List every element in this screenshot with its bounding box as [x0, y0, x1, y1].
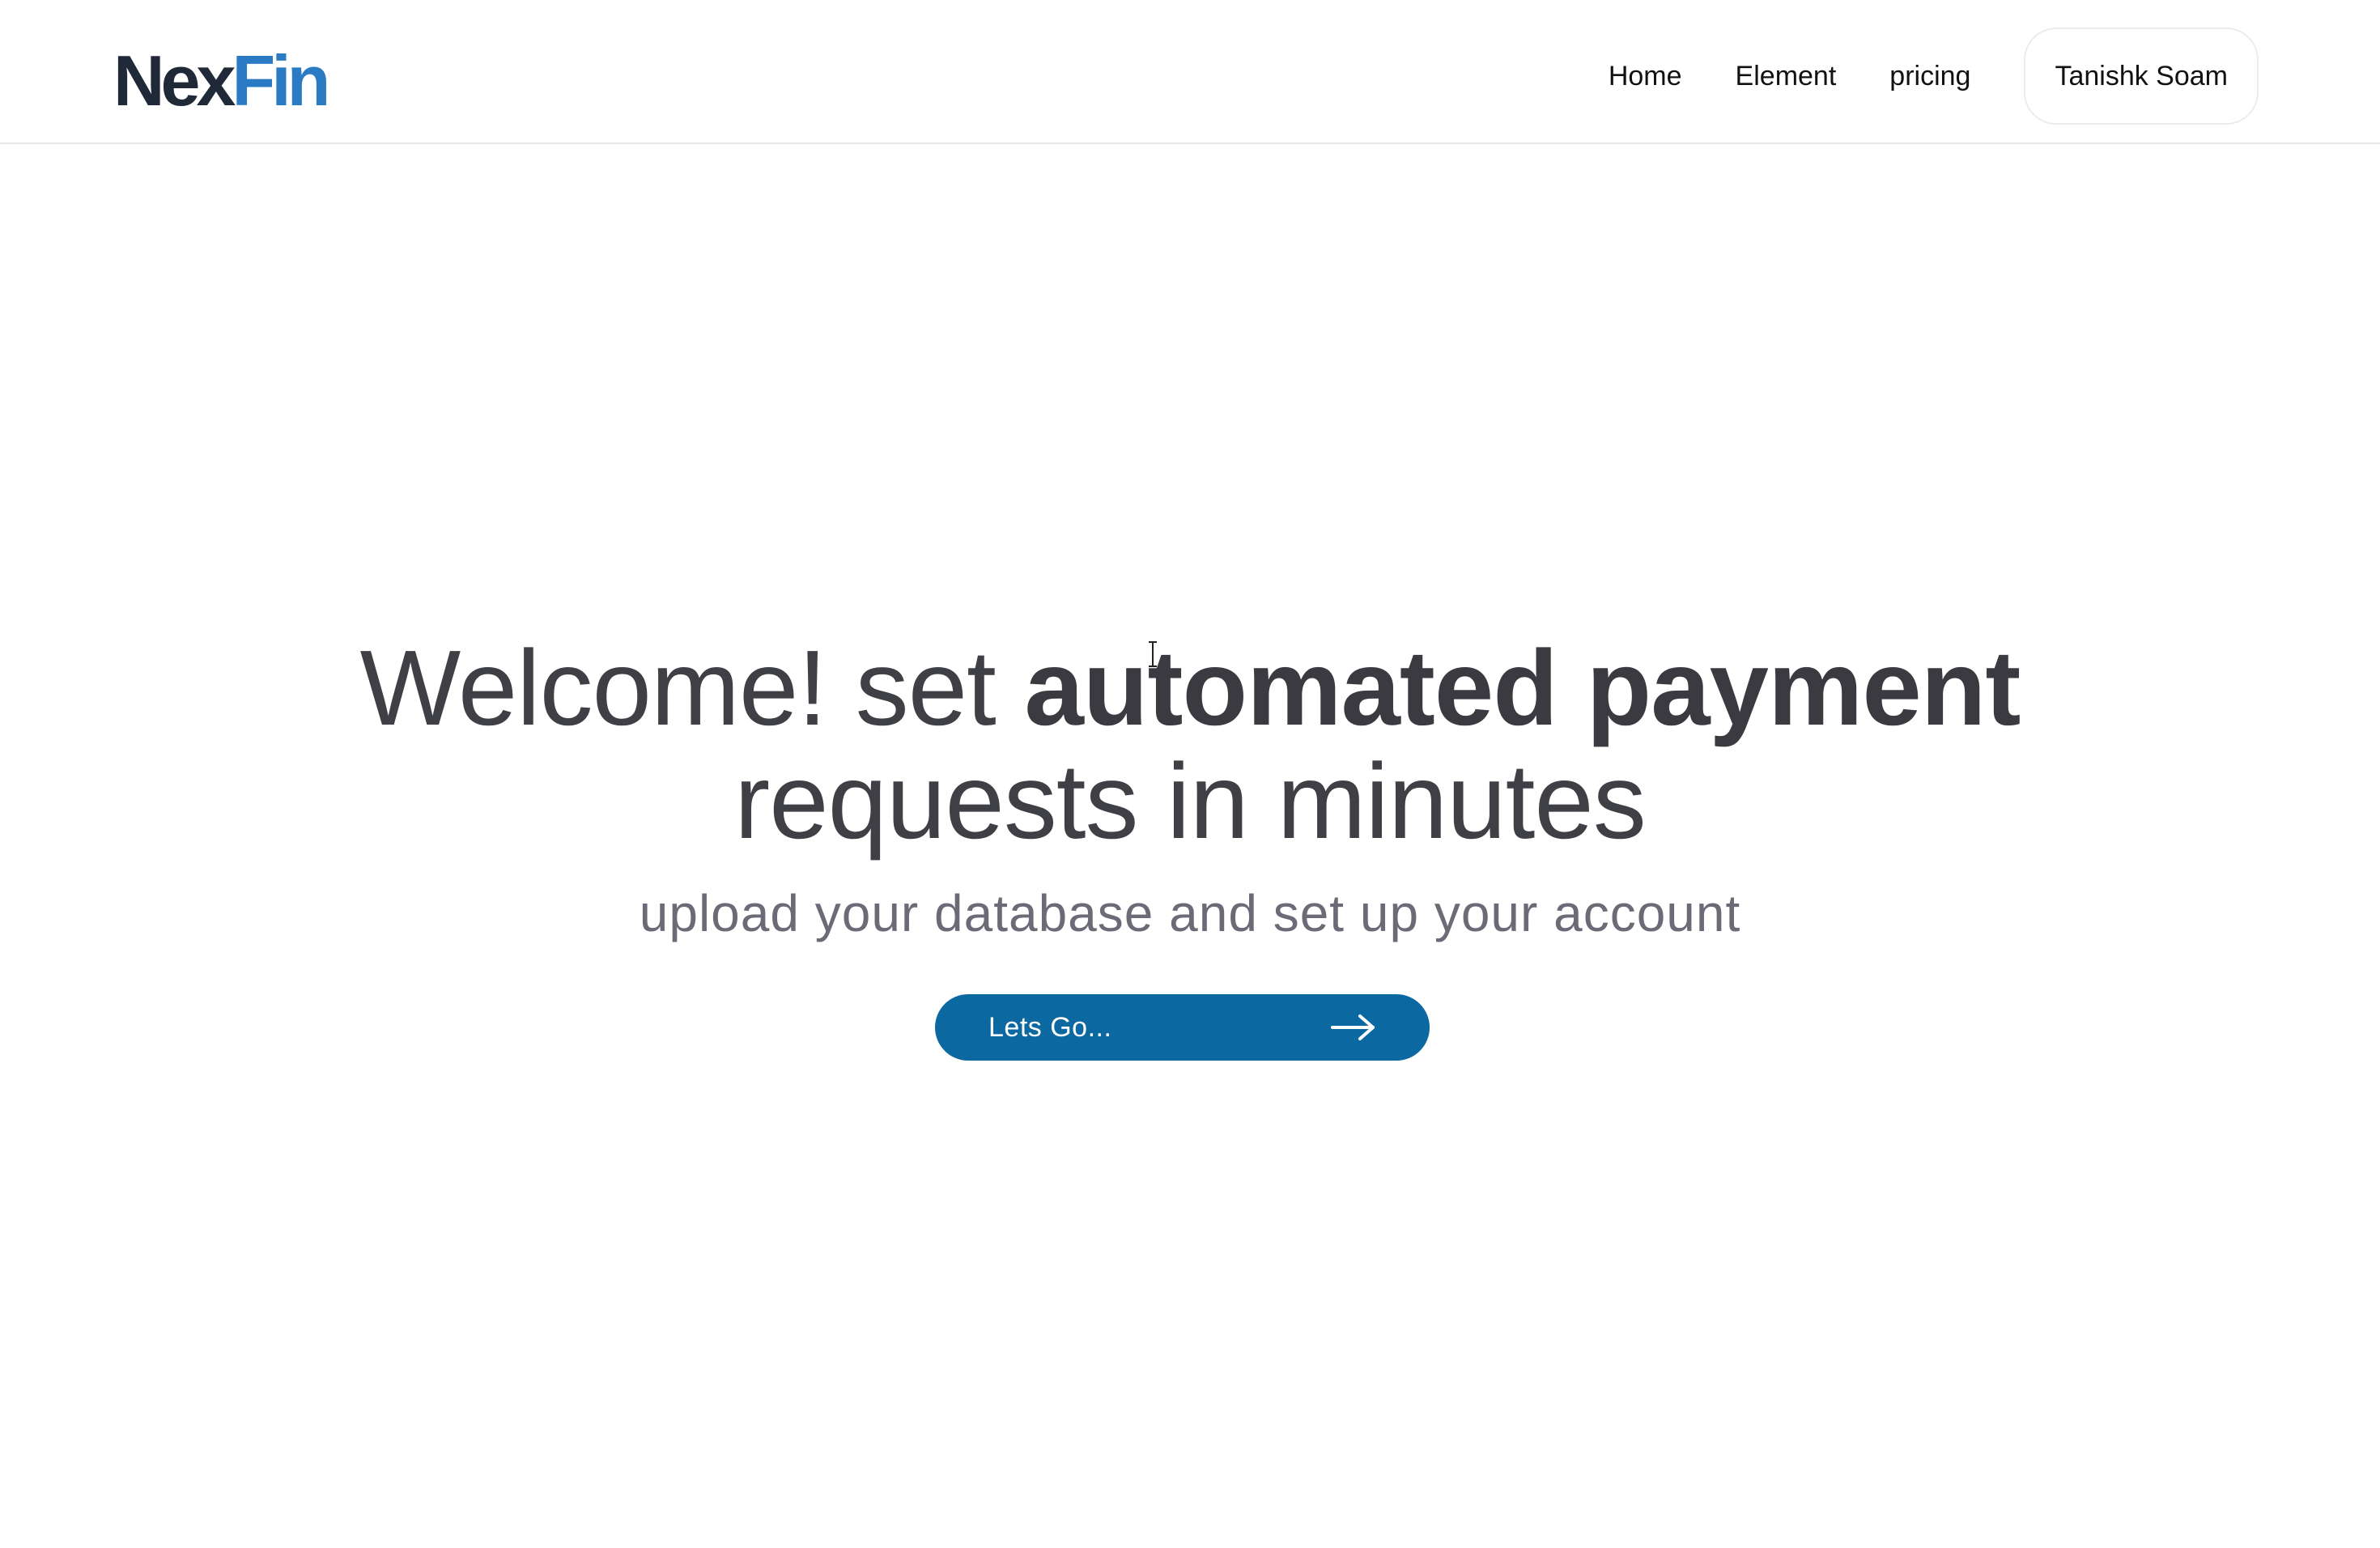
lets-go-button[interactable]: Lets Go...: [935, 994, 1430, 1061]
text-cursor-icon: [1145, 640, 1161, 669]
logo-text-accent: Fin: [232, 40, 330, 121]
hero-subtitle: upload your database and set up your acc…: [639, 884, 1741, 942]
logo-text-primary: Nex: [113, 40, 236, 121]
nav-link-home[interactable]: Home: [1609, 61, 1682, 92]
site-header: NexFin Home Element pricing Tanishk Soam: [0, 0, 2380, 144]
hero-title: Welcome! set automated payment requests …: [0, 632, 2380, 858]
nav-link-pricing[interactable]: pricing: [1889, 61, 1970, 92]
nav-link-element[interactable]: Element: [1736, 61, 1837, 92]
hero-title-line2: requests in minutes: [734, 742, 1647, 861]
user-profile-button[interactable]: Tanishk Soam: [2024, 28, 2259, 125]
hero-title-bold: automated payment: [1024, 628, 2021, 747]
hero-section: Welcome! set automated payment requests …: [0, 632, 2380, 946]
main-nav: Home Element pricing Tanishk Soam: [1609, 28, 2259, 125]
hero-title-regular: Welcome! set: [359, 628, 1025, 747]
arrow-right-icon: [1331, 1014, 1376, 1041]
lets-go-label: Lets Go...: [988, 1011, 1112, 1043]
nexfin-logo[interactable]: NexFin: [113, 40, 330, 121]
